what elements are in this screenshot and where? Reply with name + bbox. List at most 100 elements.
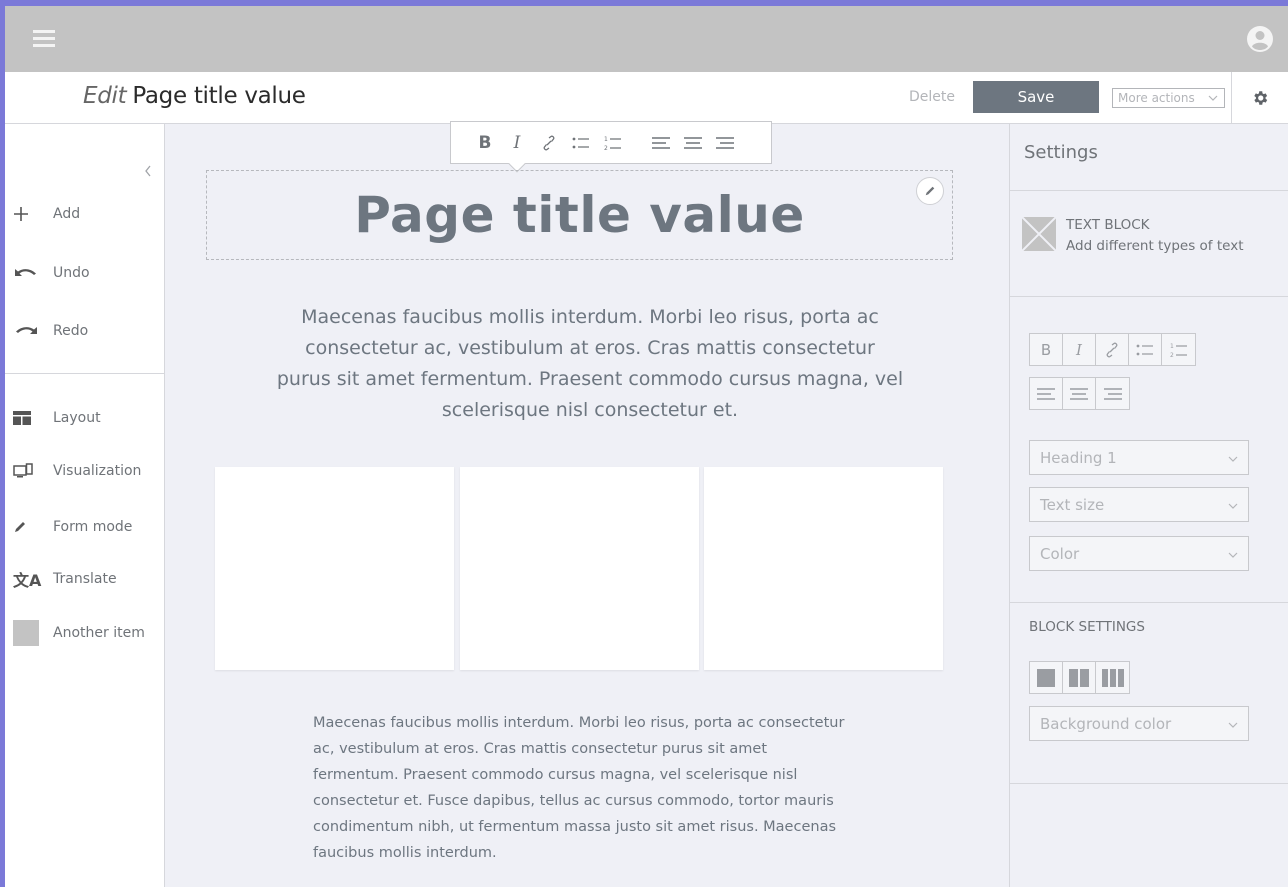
settings-bold-button[interactable]: B [1030,334,1063,365]
block-type-title: TEXT BLOCK [1066,217,1150,233]
one-column-icon [1037,668,1055,687]
page-title-label: Page title value [132,83,306,109]
align-center-icon [1070,387,1088,400]
three-column-button[interactable] [1096,662,1129,693]
numbered-list-button[interactable]: 12 [597,128,629,158]
sidebar-item-layout[interactable]: Layout [13,404,163,432]
block-settings-label: BLOCK SETTINGS [1029,619,1145,635]
svg-text:1: 1 [1170,343,1174,350]
settings-italic-button[interactable]: I [1063,334,1096,365]
sidebar-item-label: Add [53,206,81,222]
settings-align-right-button[interactable] [1096,378,1129,409]
intro-paragraph[interactable]: Maecenas faucibus mollis interdum. Morbi… [276,302,904,426]
delete-button[interactable]: Delete [909,89,955,105]
save-button[interactable]: Save [973,81,1099,113]
sidebar-item-label: Form mode [53,519,133,535]
sidebar-item-label: Undo [53,265,90,281]
settings-panel: Settings TEXT BLOCK Add different types … [1009,124,1288,887]
sidebar-item-another[interactable]: Another item [13,619,163,647]
sidebar-item-visualization[interactable]: Visualization [13,457,163,485]
text-size-select[interactable]: Text size [1029,487,1249,522]
color-select[interactable]: Color [1029,536,1249,571]
body-paragraph[interactable]: Maecenas faucibus mollis interdum. Morbi… [313,710,853,866]
column-layout-button-group [1029,661,1130,694]
heading-select-value: Heading 1 [1040,448,1117,467]
numbered-list-icon: 12 [1170,343,1187,358]
pencil-icon [15,522,25,532]
left-sidebar: Add Undo Redo Layout Visualization Form … [5,124,165,887]
content-card[interactable] [215,467,454,670]
chevron-down-icon [1208,95,1218,101]
settings-align-left-button[interactable] [1030,378,1063,409]
bullet-list-icon [1136,344,1153,355]
editor-app: Edit Page title value Delete Save More ac… [5,6,1288,887]
sidebar-item-label: Redo [53,323,89,339]
text-size-select-value: Text size [1040,495,1105,514]
sidebar-item-undo[interactable]: Undo [13,259,163,287]
svg-text:2: 2 [604,145,608,151]
sidebar-divider [5,373,165,374]
title-bar: Edit Page title value Delete Save More ac… [5,72,1288,124]
settings-heading: Settings [1024,142,1098,163]
image-placeholder-icon [1022,217,1056,251]
top-bar [5,6,1288,72]
sidebar-item-form-mode[interactable]: Form mode [13,513,163,541]
collapse-sidebar-chevron-icon[interactable] [143,164,153,178]
sidebar-item-label: Visualization [53,463,142,479]
settings-align-center-button[interactable] [1063,378,1096,409]
align-center-button[interactable] [677,128,709,158]
svg-text:1: 1 [604,136,608,143]
two-column-icon [1069,668,1089,687]
redo-icon [16,327,37,334]
plus-icon [14,207,28,221]
text-style-button-group: B I 12 [1029,333,1196,366]
bullet-list-button[interactable] [565,128,597,158]
numbered-list-icon: 12 [604,136,621,151]
settings-link-button[interactable] [1096,334,1129,365]
chevron-down-icon [1228,503,1238,509]
user-avatar-icon[interactable] [1246,25,1274,53]
background-color-select-value: Background color [1040,714,1172,733]
edit-block-button[interactable] [916,177,944,205]
hamburger-menu-icon[interactable] [33,30,55,48]
link-icon [543,135,555,150]
align-left-icon [652,136,670,149]
align-right-button[interactable] [709,128,741,158]
text-align-button-group [1029,377,1130,410]
title-text-block[interactable]: Page title value [206,170,953,260]
align-right-icon [716,136,734,149]
page-heading: Edit Page title value [83,83,306,109]
bold-button[interactable]: B [469,128,501,158]
chevron-down-icon [1228,552,1238,558]
editor-canvas: B I 12 Page title value Maecenas faucibu… [166,121,1009,887]
floating-format-toolbar: B I 12 [450,121,772,173]
settings-bullet-list-button[interactable] [1129,334,1162,365]
italic-button[interactable]: I [501,128,533,158]
align-left-button[interactable] [645,128,677,158]
canvas-page-title[interactable]: Page title value [354,186,805,244]
settings-header: Settings [1010,124,1288,191]
translate-icon: 文A [13,571,42,590]
background-color-select[interactable]: Background color [1029,706,1249,741]
more-actions-label: More actions [1118,91,1195,105]
svg-text:2: 2 [1170,352,1174,358]
two-column-button[interactable] [1063,662,1096,693]
more-actions-dropdown[interactable]: More actions [1112,88,1225,108]
one-column-button[interactable] [1030,662,1063,693]
settings-gear-button[interactable] [1231,72,1288,124]
undo-icon [15,269,36,276]
content-card[interactable] [460,467,699,670]
sidebar-item-redo[interactable]: Redo [13,317,163,345]
content-card[interactable] [704,467,943,670]
placeholder-square-icon [13,620,39,646]
sidebar-item-translate[interactable]: 文A Translate [13,565,163,593]
settings-numbered-list-button[interactable]: 12 [1162,334,1195,365]
sidebar-item-add[interactable]: Add [13,200,163,228]
block-type-description: Add different types of text [1066,238,1244,254]
gear-icon [1254,91,1268,105]
link-button[interactable] [533,128,565,158]
devices-icon [13,463,33,478]
heading-select[interactable]: Heading 1 [1029,440,1249,475]
layout-icon [13,411,31,425]
three-column-icon [1101,668,1124,687]
